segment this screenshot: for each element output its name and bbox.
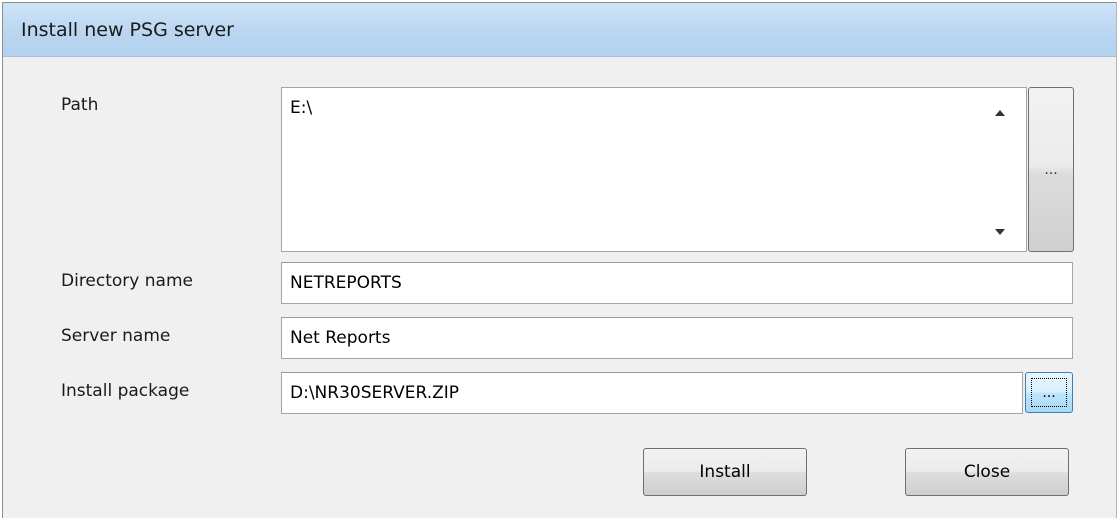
install-package-label: Install package (61, 381, 190, 401)
close-button[interactable]: Close (905, 448, 1069, 496)
install-button[interactable]: Install (643, 448, 807, 496)
path-label: Path (61, 95, 99, 115)
server-name-field[interactable]: Net Reports (281, 317, 1073, 359)
directory-name-value: NETREPORTS (290, 273, 402, 293)
server-name-label: Server name (61, 326, 171, 346)
path-scrollbar[interactable] (982, 88, 1026, 251)
server-name-value: Net Reports (290, 328, 391, 348)
directory-name-field[interactable]: NETREPORTS (281, 262, 1073, 304)
path-textarea[interactable]: E:\ (281, 87, 1027, 252)
focus-rectangle (1031, 378, 1067, 407)
window-title: Install new PSG server (21, 19, 234, 41)
path-value: E:\ (290, 98, 313, 118)
scroll-down-arrow-icon[interactable] (995, 229, 1005, 235)
install-dialog: Install new PSG server Path E:\ ... Dire… (2, 2, 1117, 518)
directory-name-label: Directory name (61, 271, 193, 291)
install-package-field[interactable]: D:\NR30SERVER.ZIP (281, 372, 1023, 414)
title-bar[interactable]: Install new PSG server (3, 3, 1116, 57)
scroll-up-arrow-icon[interactable] (995, 110, 1005, 116)
install-package-value: D:\NR30SERVER.ZIP (290, 383, 460, 403)
path-browse-button[interactable]: ... (1028, 87, 1074, 252)
package-browse-button[interactable]: ... (1025, 372, 1073, 413)
